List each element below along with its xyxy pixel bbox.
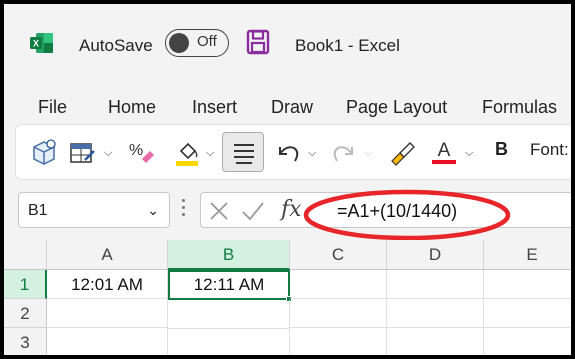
align-line (234, 156, 254, 158)
select-all-corner[interactable] (4, 240, 47, 270)
tab-insert[interactable]: Insert (192, 97, 237, 118)
tab-file[interactable]: File (38, 97, 67, 118)
chevron-down-icon[interactable]: ⌵ (104, 147, 112, 160)
cell-d1[interactable] (387, 270, 484, 299)
tab-page-layout[interactable]: Page Layout (346, 97, 447, 118)
column-header[interactable]: A (47, 240, 168, 270)
ribbon-toolbar: ⌵ % ⌵ ⌵ ⌵ A ⌵ B Font: (15, 124, 571, 180)
svg-text:%: % (129, 142, 143, 159)
insert-function-icon[interactable]: fx (281, 197, 302, 222)
chevron-down-icon[interactable]: ⌵ (206, 147, 214, 160)
align-line (236, 162, 252, 164)
font-label: Font: (530, 140, 569, 159)
format-painter-icon[interactable] (388, 135, 416, 169)
format-table-icon[interactable] (68, 135, 96, 169)
row-header[interactable]: 2 (4, 299, 47, 328)
align-line (234, 144, 254, 146)
cell-c1[interactable] (290, 270, 387, 299)
column-header[interactable]: D (387, 240, 484, 270)
cell-d3[interactable] (387, 328, 484, 355)
chevron-down-icon[interactable]: ⌵ (465, 147, 473, 160)
name-box-value: B1 (28, 202, 48, 219)
undo-icon[interactable] (274, 135, 302, 169)
tab-formulas[interactable]: Formulas (482, 97, 557, 118)
cell-b1-value: 12:11 AM (193, 275, 265, 294)
column-header[interactable]: C (290, 240, 387, 270)
chevron-down-icon[interactable]: ⌵ (308, 147, 316, 160)
cell-a2[interactable] (47, 299, 168, 328)
svg-text:A: A (438, 140, 451, 161)
tab-draw[interactable]: Draw (271, 97, 313, 118)
autosave-label: AutoSave (79, 36, 153, 55)
chevron-down-icon: ⌵ (364, 147, 373, 159)
row-header[interactable]: 1 (4, 270, 47, 299)
svg-text:X: X (33, 39, 39, 49)
spreadsheet-grid: A B C D E 1 2 3 12:01 AM 12:11 AM (4, 240, 571, 355)
enter-check-icon[interactable] (241, 200, 265, 222)
cell-e3[interactable] (484, 328, 571, 355)
autosave-toggle[interactable]: Off (165, 29, 229, 57)
bold-button[interactable]: B (495, 139, 508, 160)
align-center-button[interactable] (222, 132, 264, 172)
redo-icon (333, 146, 353, 162)
tab-home[interactable]: Home (108, 97, 156, 118)
row-header[interactable]: 3 (4, 328, 47, 355)
cell-b1[interactable]: 12:11 AM (168, 270, 292, 302)
chevron-down-icon[interactable]: ⌄ (147, 202, 159, 219)
title-bar: X AutoSave Off Book1 - Excel (4, 4, 571, 82)
cell-a3[interactable] (47, 328, 168, 355)
percent-style-icon[interactable]: % (126, 135, 156, 169)
cell-e1[interactable] (484, 270, 571, 299)
fill-color-icon[interactable] (173, 135, 203, 169)
cell-e2[interactable] (484, 299, 571, 328)
cancel-icon[interactable] (209, 201, 229, 221)
cell-a1[interactable]: 12:01 AM (47, 270, 168, 299)
column-header[interactable]: E (484, 240, 571, 270)
column-header[interactable]: B (168, 240, 290, 270)
menu-bar: File Home Insert Draw Page Layout Formul… (4, 82, 571, 124)
name-box[interactable]: B1 ⌄ (18, 192, 170, 228)
excel-logo-icon: X (30, 33, 53, 53)
cell-c3[interactable] (290, 328, 387, 355)
align-line (234, 150, 254, 152)
toggle-knob (169, 33, 189, 53)
annotation-ellipse (303, 189, 511, 241)
drag-handle-icon[interactable] (182, 199, 186, 220)
cell-d2[interactable] (387, 299, 484, 328)
excel-window: X AutoSave Off Book1 - Excel File Home I… (4, 4, 571, 355)
cell-c2[interactable] (290, 299, 387, 328)
cell-b3[interactable] (168, 328, 290, 355)
autosave-state: Off (197, 33, 217, 50)
document-title: Book1 - Excel (295, 36, 400, 55)
3d-models-icon[interactable] (30, 135, 58, 169)
save-icon[interactable] (246, 29, 270, 55)
cell-b2[interactable] (168, 300, 290, 329)
font-color-icon[interactable]: A (430, 135, 458, 169)
